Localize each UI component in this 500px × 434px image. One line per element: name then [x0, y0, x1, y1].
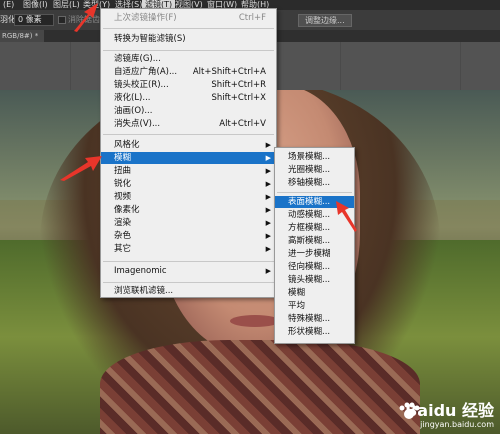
submenu-arrow-icon: ▶	[265, 206, 271, 214]
submenu-arrow-icon: ▶	[265, 141, 271, 149]
submenu-item-iris-blur[interactable]: 光圈模糊...	[275, 164, 354, 176]
shortcut-label: Shift+Ctrl+R	[211, 80, 266, 90]
menu-item-adaptive-wide-angle[interactable]: 自适应广角(A)... Alt+Shift+Ctrl+A	[101, 66, 276, 78]
menu-item-vanishing-point[interactable]: 消失点(V)... Alt+Ctrl+V	[101, 118, 276, 130]
menu-item-label: 滤镜库(G)...	[114, 54, 161, 64]
submenu-item-smart-blur[interactable]: 特殊模糊...	[275, 313, 354, 325]
watermark-url: jingyan.baidu.com	[420, 420, 494, 429]
submenu-item-average[interactable]: 平均	[275, 300, 354, 312]
document-tab[interactable]: RGB/8#) *	[0, 30, 44, 42]
menu-item-oil-paint[interactable]: 油画(O)...	[101, 105, 276, 117]
menu-image[interactable]: 图像(I)	[20, 0, 51, 10]
menu-divider	[103, 261, 274, 262]
submenu-arrow-icon: ▶	[265, 193, 271, 201]
watermark-name: Baidu 经验	[405, 401, 494, 420]
menu-item-last-filter[interactable]: 上次滤镜操作(F) Ctrl+F	[101, 12, 276, 24]
menu-item-label: 转换为智能滤镜(S)	[114, 34, 186, 44]
menu-item-label: 扭曲	[114, 166, 132, 176]
submenu-item-blur-more[interactable]: 进一步模糊	[275, 248, 354, 260]
photo-mouth	[230, 315, 280, 327]
menu-item-label: 杂色	[114, 231, 132, 241]
menu-item-label: 模糊	[114, 153, 132, 163]
submenu-item-lens-blur[interactable]: 镜头模糊...	[275, 274, 354, 286]
submenu-arrow-icon: ▶	[265, 219, 271, 227]
submenu-item-tilt-shift[interactable]: 移轴模糊...	[275, 177, 354, 189]
menu-item-blur[interactable]: 模糊 ▶	[101, 152, 276, 164]
shortcut-label: Ctrl+F	[238, 13, 266, 23]
menu-item-noise[interactable]: 杂色 ▶	[101, 230, 276, 242]
menu-item-imagenomic[interactable]: Imagenomic ▶	[101, 265, 276, 277]
submenu-arrow-icon: ▶	[265, 232, 271, 240]
baidu-watermark: Baidu 经验 jingyan.baidu.com	[405, 402, 494, 430]
menu-item-distort[interactable]: 扭曲 ▶	[101, 165, 276, 177]
feather-input[interactable]: 0 像素	[14, 14, 54, 26]
annotation-arrow-icon	[60, 156, 102, 181]
shortcut-label: Alt+Ctrl+V	[219, 119, 266, 129]
menu-item-label: 镜头校正(R)...	[114, 80, 169, 90]
annotation-arrow-icon	[74, 3, 98, 32]
submenu-item-radial-blur[interactable]: 径向模糊...	[275, 261, 354, 273]
menu-divider	[277, 192, 352, 193]
menu-divider	[103, 282, 274, 283]
menu-item-label: 消失点(V)...	[114, 119, 161, 129]
menu-item-label: 渲染	[114, 218, 132, 228]
menu-item-video[interactable]: 视频 ▶	[101, 191, 276, 203]
menu-item-convert-smart-filter[interactable]: 转换为智能滤镜(S)	[101, 33, 276, 45]
filter-menu: 上次滤镜操作(F) Ctrl+F 转换为智能滤镜(S) 滤镜库(G)... 自适…	[100, 8, 277, 298]
menu-item-label: 视频	[114, 192, 132, 202]
shortcut-label: Alt+Shift+Ctrl+A	[192, 67, 266, 77]
submenu-item-field-blur[interactable]: 场景模糊...	[275, 151, 354, 163]
submenu-item-shape-blur[interactable]: 形状模糊...	[275, 326, 354, 338]
menu-item-other[interactable]: 其它 ▶	[101, 243, 276, 255]
menu-item-label: 风格化	[114, 140, 140, 150]
menu-item-pixelate[interactable]: 像素化 ▶	[101, 204, 276, 216]
menu-item-render[interactable]: 渲染 ▶	[101, 217, 276, 229]
menu-item-label: 锐化	[114, 179, 132, 189]
annotation-arrow-icon	[336, 201, 357, 232]
menu-item-label: 其它	[114, 244, 132, 254]
submenu-arrow-icon: ▶	[265, 267, 271, 275]
ruler-tick	[460, 42, 461, 90]
menu-item-label: 自适应广角(A)...	[114, 67, 178, 77]
ruler-tick	[70, 42, 71, 90]
menu-edit[interactable]: (E)	[0, 0, 17, 10]
submenu-arrow-icon: ▶	[265, 154, 271, 162]
menu-item-label: 油画(O)...	[114, 106, 153, 116]
menu-divider	[103, 50, 274, 51]
menu-item-liquify[interactable]: 液化(L)... Shift+Ctrl+X	[101, 92, 276, 104]
antialias-checkbox[interactable]	[58, 16, 66, 24]
ruler-tick	[340, 42, 341, 90]
menu-item-sharpen[interactable]: 锐化 ▶	[101, 178, 276, 190]
menu-item-lens-correction[interactable]: 镜头校正(R)... Shift+Ctrl+R	[101, 79, 276, 91]
menu-item-label: 像素化	[114, 205, 140, 215]
submenu-item-blur[interactable]: 模糊	[275, 287, 354, 299]
menu-item-label: 上次滤镜操作(F)	[114, 13, 177, 23]
shortcut-label: Shift+Ctrl+X	[211, 93, 266, 103]
menu-item-label: Imagenomic	[114, 266, 167, 276]
refine-edge-button[interactable]: 调整边缘...	[298, 14, 352, 27]
photo-scarf	[100, 340, 420, 434]
submenu-arrow-icon: ▶	[265, 245, 271, 253]
menu-item-stylize[interactable]: 风格化 ▶	[101, 139, 276, 151]
menu-item-label: 浏览联机滤镜...	[114, 286, 174, 296]
blur-submenu: 场景模糊... 光圈模糊... 移轴模糊... 表面模糊... 动感模糊... …	[274, 147, 355, 344]
menu-item-filter-gallery[interactable]: 滤镜库(G)...	[101, 53, 276, 65]
submenu-arrow-icon: ▶	[265, 180, 271, 188]
submenu-arrow-icon: ▶	[265, 167, 271, 175]
menu-divider	[103, 134, 274, 135]
menu-divider	[103, 28, 274, 29]
menu-item-label: 液化(L)...	[114, 93, 151, 103]
submenu-item-gaussian-blur[interactable]: 高斯模糊...	[275, 235, 354, 247]
menu-item-browse-online[interactable]: 浏览联机滤镜...	[101, 285, 276, 297]
